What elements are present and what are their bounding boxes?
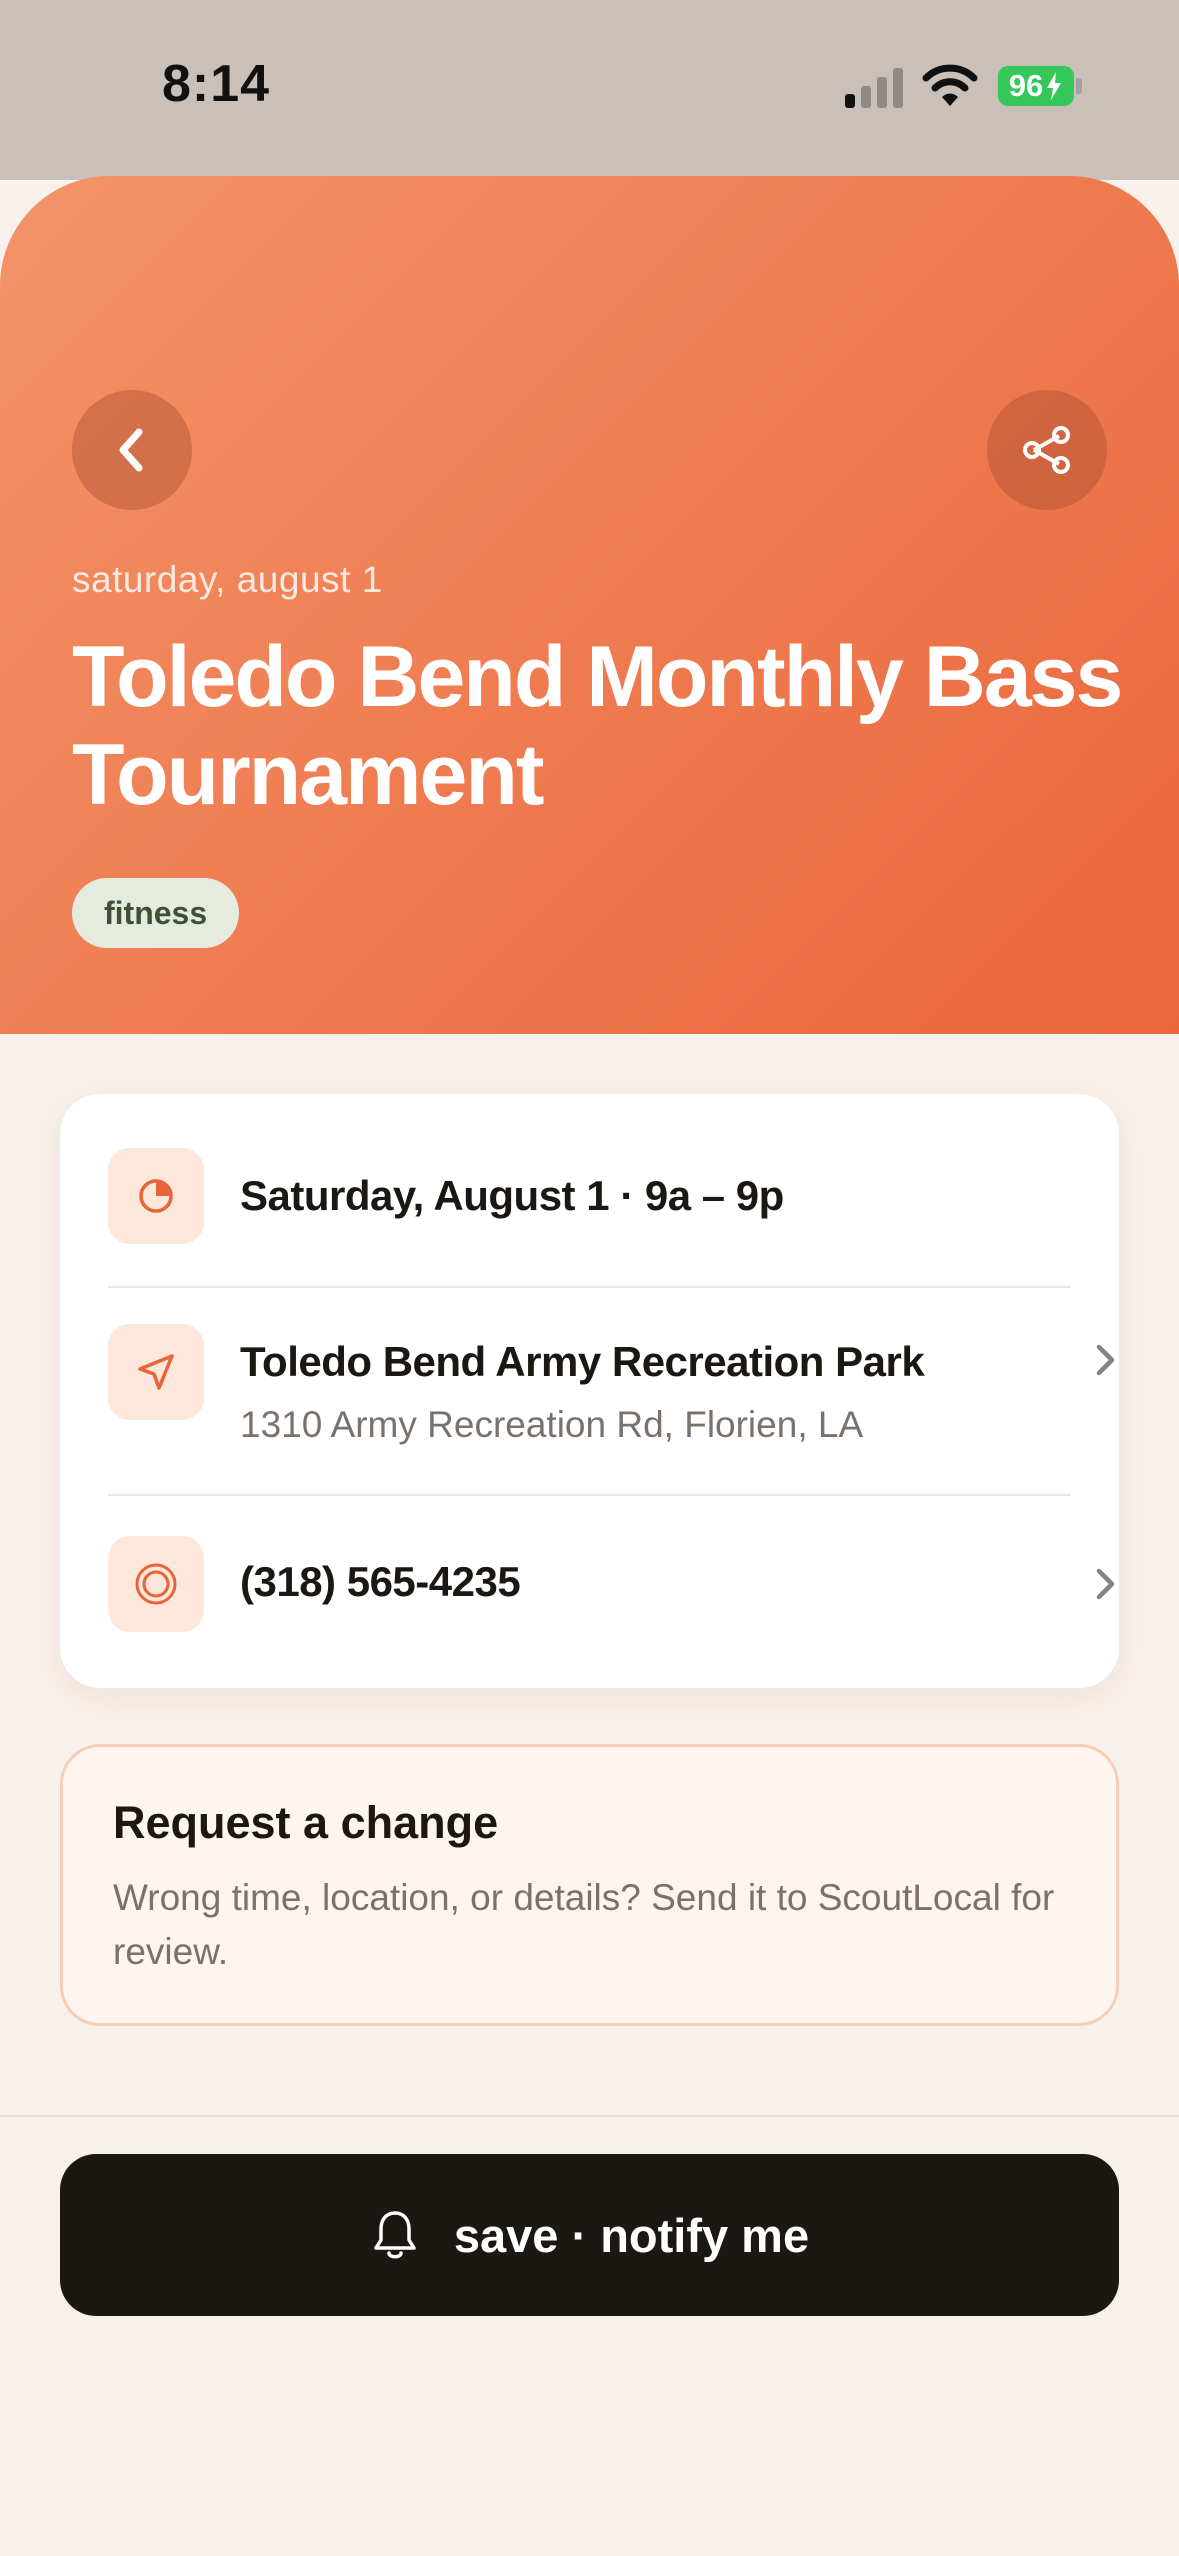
clock-icon [139, 1179, 173, 1213]
request-change-title: Request a change [113, 1797, 499, 1848]
chevron-left-icon [119, 428, 143, 472]
share-button[interactable] [987, 390, 1107, 510]
clock-icon-tile [108, 1148, 204, 1244]
event-title: Toledo Bend Monthly Bass Tournament [72, 629, 1123, 823]
event-hero: saturday, august 1 Toledo Bend Monthly B… [0, 176, 1179, 1034]
request-change-card[interactable]: Request a change Wrong time, location, o… [60, 1744, 1119, 2026]
time-row: Saturday, August 1 · 9a – 9p [60, 1094, 1119, 1286]
location-row[interactable]: Toledo Bend Army Recreation Park 1310 Ar… [60, 1288, 1119, 1494]
status-time: 8:14 [162, 55, 271, 113]
phone-icon-tile [108, 1536, 204, 1632]
bottom-divider [0, 2115, 1179, 2117]
battery-indicator: 96 [998, 66, 1074, 106]
share-icon [1023, 426, 1070, 474]
wifi-icon [922, 64, 978, 106]
save-notify-label: save · notify me [453, 2208, 810, 2262]
chevron-right-icon [1096, 1344, 1115, 1376]
status-bar: 8:14 96 [0, 0, 1179, 180]
battery-cap [1076, 78, 1082, 94]
location-icon-tile [108, 1324, 204, 1420]
request-change-description: Wrong time, location, or details? Send i… [113, 1877, 1055, 1972]
event-details-card: Saturday, August 1 · 9a – 9p Toledo Bend… [60, 1094, 1119, 1688]
location-address: 1310 Army Recreation Rd, Florien, LA [240, 1404, 864, 1445]
location-arrow-icon [138, 1354, 174, 1390]
phone-icon [135, 1563, 177, 1605]
phone-row[interactable]: (318) 565-4235 [60, 1496, 1119, 1688]
save-notify-button[interactable]: save · notify me [60, 2154, 1119, 2316]
bell-icon [374, 2211, 416, 2259]
charging-bolt-icon [1047, 72, 1062, 100]
category-tag: fitness [72, 878, 240, 948]
battery-level: 96 [1008, 68, 1044, 103]
event-datetime: Saturday, August 1 · 9a – 9p [240, 1172, 784, 1219]
phone-number: (318) 565-4235 [240, 1558, 521, 1605]
chevron-right-icon [1096, 1568, 1115, 1600]
location-name: Toledo Bend Army Recreation Park [240, 1338, 925, 1385]
back-button[interactable] [72, 390, 192, 510]
event-date-eyebrow: saturday, august 1 [72, 559, 383, 600]
cellular-signal-icon [845, 68, 903, 108]
